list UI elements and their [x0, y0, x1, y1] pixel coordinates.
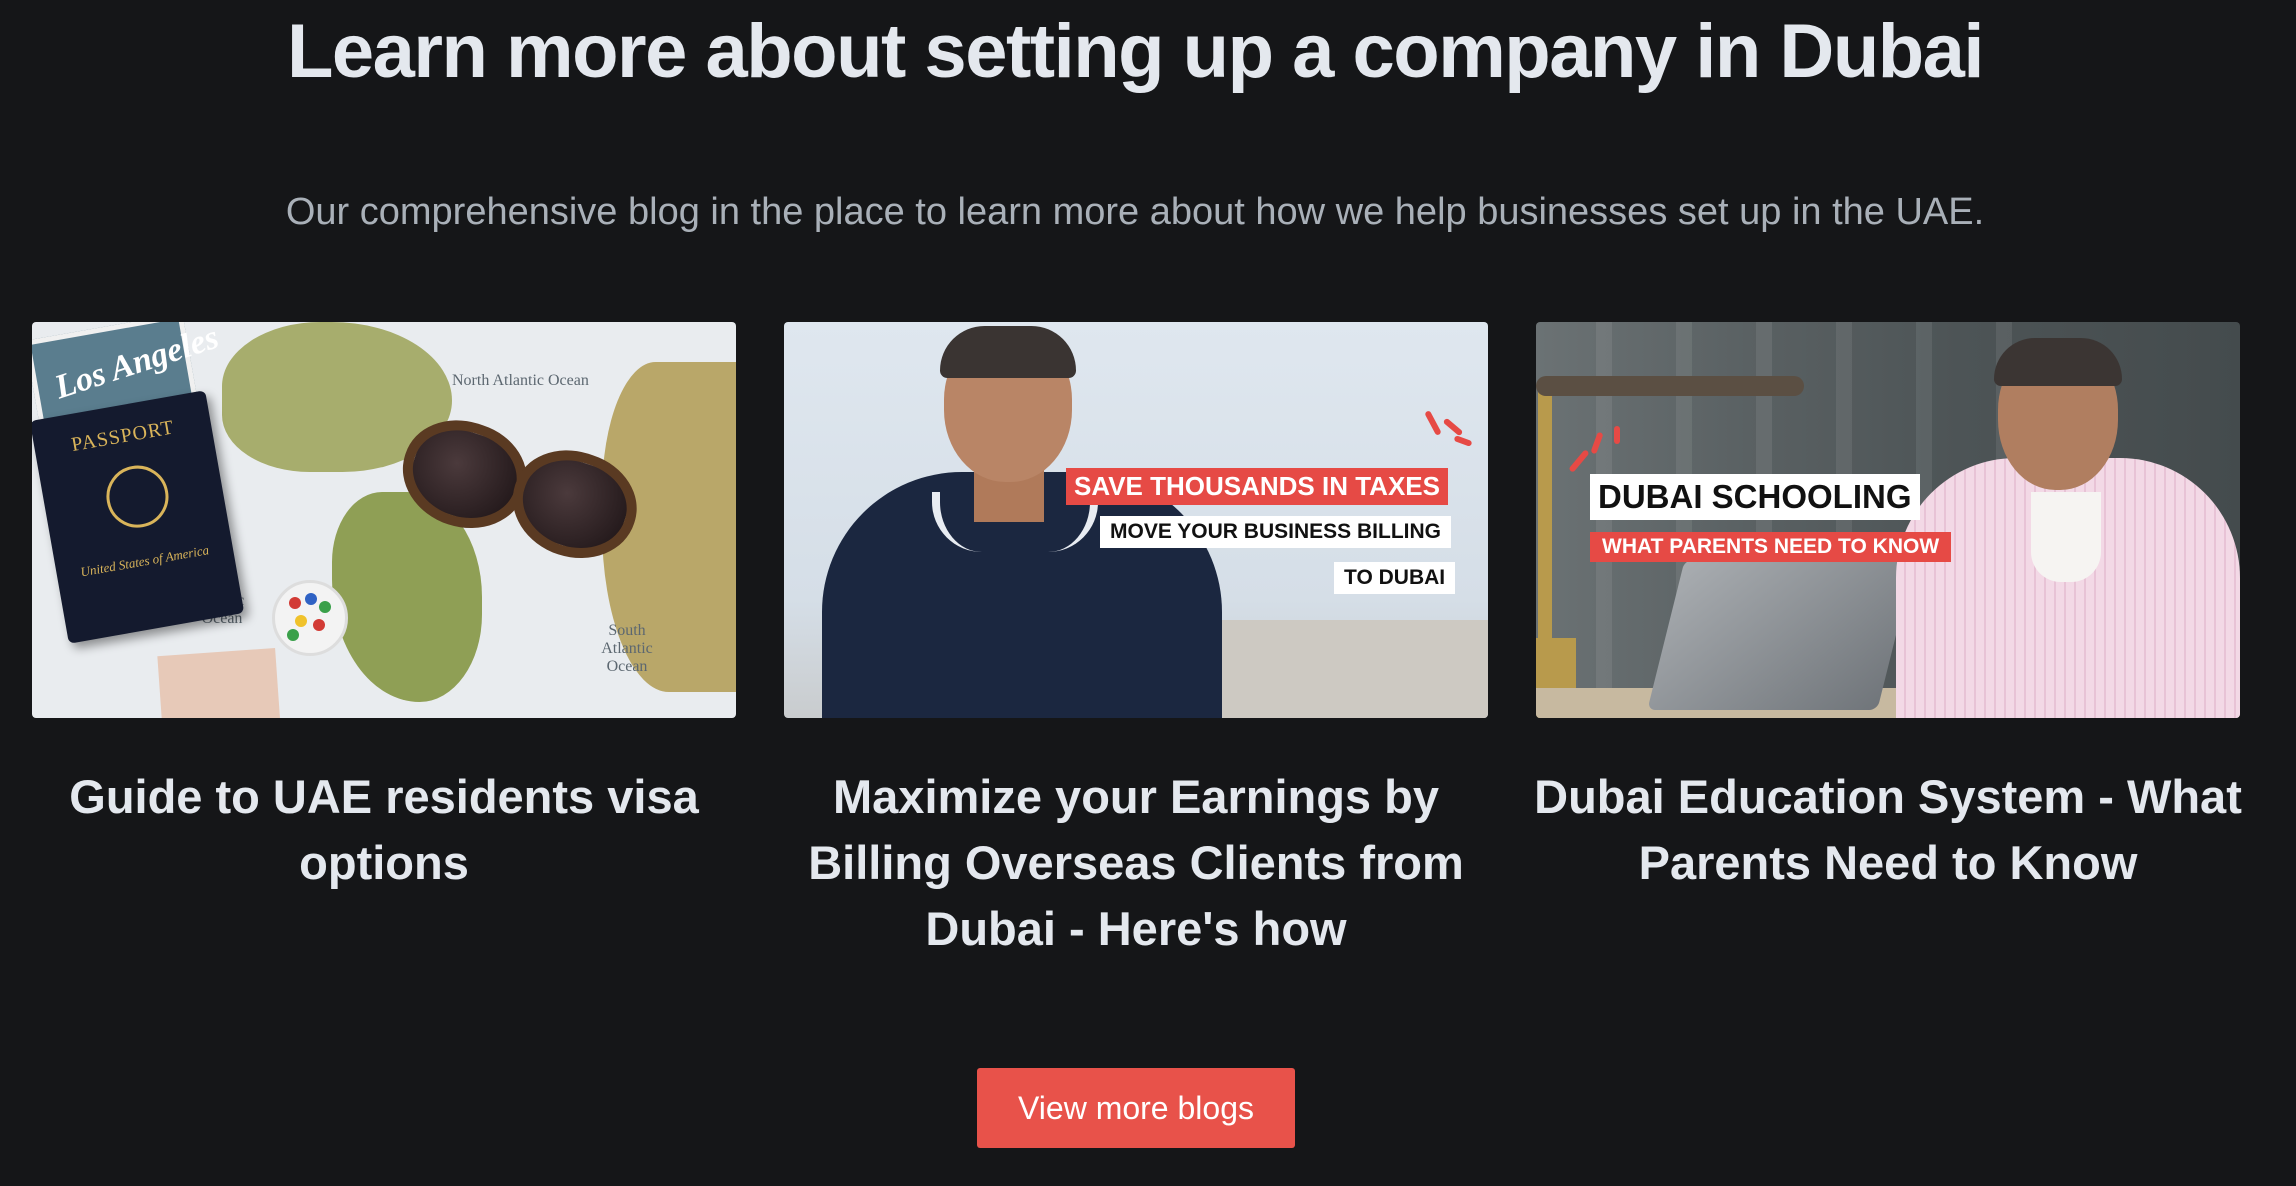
view-more-blogs-button[interactable]: View more blogs — [977, 1068, 1295, 1148]
thumbnail-headline: SAVE THOUSANDS IN TAXES — [1066, 468, 1448, 505]
blog-title-education[interactable]: Dubai Education System - What Parents Ne… — [1516, 764, 2260, 896]
passport-country: United States of America — [79, 542, 211, 580]
presenter-hair — [940, 326, 1076, 378]
presenter-undershirt — [2031, 492, 2101, 582]
presenter-hair — [1994, 338, 2122, 386]
blog-thumbnail-visa[interactable]: North Atlantic Ocean South Atlantic Ocea… — [32, 322, 736, 718]
section-subtitle: Our comprehensive blog in the place to l… — [285, 191, 1985, 233]
blog-thumbnail-education[interactable]: DUBAI SCHOOLING WHAT PARENTS NEED TO KNO… — [1536, 322, 2240, 718]
laptop — [1647, 560, 1915, 710]
map-label-north-atlantic: North Atlantic Ocean — [452, 372, 589, 389]
blog-card-education[interactable]: DUBAI SCHOOLING WHAT PARENTS NEED TO KNO… — [1534, 322, 2242, 889]
accent-spark — [1614, 426, 1620, 444]
thumbnail-line-1: MOVE YOUR BUSINESS BILLING — [1100, 516, 1451, 548]
thumbnail-subline: WHAT PARENTS NEED TO KNOW — [1590, 532, 1952, 562]
lamp-arm — [1536, 376, 1804, 396]
thumbnail-line-2: TO DUBAI — [1334, 562, 1456, 594]
blog-thumbnail-billing[interactable]: SAVE THOUSANDS IN TAXES MOVE YOUR BUSINE… — [784, 322, 1488, 718]
blog-section: Learn more about setting up a company in… — [0, 0, 2296, 1186]
blog-card-billing[interactable]: SAVE THOUSANDS IN TAXES MOVE YOUR BUSINE… — [784, 322, 1488, 955]
blog-title-billing[interactable]: Maximize your Earnings by Billing Overse… — [764, 764, 1508, 962]
passport-label: PASSPORT — [69, 416, 176, 457]
push-pins-bowl — [272, 580, 348, 656]
boarding-pass — [157, 647, 281, 718]
blog-card-visa[interactable]: North Atlantic Ocean South Atlantic Ocea… — [32, 322, 736, 889]
section-title: Learn more about setting up a company in… — [286, 9, 1985, 94]
map-label-south-atlantic: South Atlantic Ocean — [601, 622, 653, 675]
blog-title-visa[interactable]: Guide to UAE residents visa options — [12, 764, 756, 896]
thumbnail-headline: DUBAI SCHOOLING — [1590, 474, 1920, 520]
eagle-seal-icon — [101, 460, 174, 533]
sunglasses-image — [388, 405, 651, 574]
